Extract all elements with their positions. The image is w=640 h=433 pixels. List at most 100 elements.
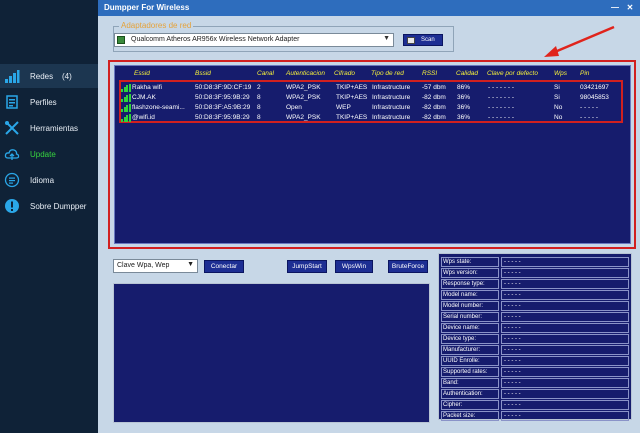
cell-essid: CJM.AK [132, 94, 156, 101]
cell-pin: - - - - - [580, 104, 599, 111]
column-header[interactable]: Calidad [456, 70, 478, 77]
cell-cifrado: TKIP+AES [336, 114, 368, 121]
info-icon [5, 199, 19, 213]
cell-canal: 8 [257, 94, 261, 101]
column-header[interactable]: Canal [257, 70, 274, 77]
cell-cifrado: TKIP+AES [336, 94, 368, 101]
cell-wps: Si [554, 94, 560, 101]
info-row: Manufacturer: - - - - - [441, 345, 629, 355]
info-value: - - - - - [501, 367, 629, 377]
info-label: Model number: [441, 301, 499, 311]
sidebar-item-idioma[interactable]: Idioma [0, 168, 98, 192]
window-titlebar[interactable]: Dumpper For Wireless — ✕ [98, 0, 640, 16]
column-header[interactable]: Cifrado [334, 70, 355, 77]
sidebar-item-label: Perfiles [30, 98, 57, 107]
cell-auth: WPA2_PSK [286, 84, 321, 91]
dumpper-window: Dumpper For Wireless — ✕ Adaptadores de … [98, 0, 640, 433]
scan-button-label: Scan [421, 37, 435, 43]
info-label: Device type: [441, 334, 499, 344]
sidebar-item-label: Update [30, 150, 56, 159]
cell-cifrado: TKIP+AES [336, 84, 368, 91]
adapter-icon [117, 36, 125, 44]
info-row: Device name: - - - - - [441, 323, 629, 333]
column-header[interactable]: Wps [554, 70, 567, 77]
wpswin-button[interactable]: WpsWin [335, 260, 373, 273]
info-row: Authentication: - - - - - [441, 389, 629, 399]
signal-strength-icon [121, 114, 131, 122]
column-header[interactable]: Pin [580, 70, 589, 77]
column-header[interactable]: Tipo de red [371, 70, 404, 77]
wps-info-panel: Wps state: - - - - - Wps version: - - - - … [438, 253, 632, 421]
column-header[interactable]: Bssid [195, 70, 211, 77]
cell-calidad: 36% [457, 94, 471, 101]
info-label: Model name: [441, 290, 499, 300]
sidebar-item-redes[interactable]: Redes (4) [0, 64, 98, 88]
info-row: Band: - - - - - [441, 378, 629, 388]
column-header[interactable]: Essid [134, 70, 150, 77]
cell-bssid: 50:D8:3F:95:9B:29 [195, 114, 250, 121]
minimize-icon[interactable]: — [610, 3, 620, 13]
close-icon[interactable]: ✕ [625, 3, 635, 13]
cell-clave: - - - - - - - [488, 84, 514, 91]
sidebar-item-label: Sobre Dumpper [30, 202, 87, 211]
sidebar-item-herramientas[interactable]: Herramientas [0, 116, 98, 140]
profiles-icon [6, 95, 18, 109]
cell-tipo: Infrastructure [372, 84, 411, 91]
info-label: Serial number: [441, 312, 499, 322]
column-header[interactable]: Clave por defecto [487, 70, 538, 77]
info-row: Wps version: - - - - - [441, 268, 629, 278]
mode-select-value: Clave Wpa, Wep [117, 262, 170, 269]
connect-button[interactable]: Conectar [204, 260, 244, 273]
cell-cifrado: WEP [336, 104, 351, 111]
jumpstart-button[interactable]: JumpStart [287, 260, 327, 273]
info-row: UUID Enrolle: - - - - - [441, 356, 629, 366]
cell-pin: 03421697 [580, 84, 609, 91]
info-label: Device name: [441, 323, 499, 333]
cell-pin: 98045853 [580, 94, 609, 101]
cell-canal: 8 [257, 104, 261, 111]
column-header[interactable]: RSSI [422, 70, 437, 77]
adapter-select[interactable]: Qualcomm Atheros AR956x Wireless Network… [114, 33, 394, 47]
cell-tipo: Infrastructure [372, 114, 411, 121]
cell-rssi: -82 dbm [422, 104, 446, 111]
cell-essid: @wifi.id [132, 114, 155, 121]
info-value: - - - - - [501, 279, 629, 289]
sidebar-item-perfiles[interactable]: Perfiles [0, 90, 98, 114]
info-row: Device type: - - - - - [441, 334, 629, 344]
cell-calidad: 86% [457, 84, 471, 91]
table-row[interactable]: flashzone-seami... 50:D8:3F:A5:9B:29 8 O… [115, 103, 632, 113]
scan-button[interactable]: Scan [403, 34, 443, 46]
annotation-arrow-icon [544, 25, 615, 57]
info-label: Cipher: [441, 400, 499, 410]
info-value: - - - - - [501, 389, 629, 399]
info-value: - - - - - [501, 378, 629, 388]
cell-auth: WPA2_PSK [286, 114, 321, 121]
network-table[interactable]: Essid Bssid Canal Autenticacion Cifrado … [114, 65, 631, 244]
bruteforce-button[interactable]: BruteForce [388, 260, 428, 273]
sidebar-item-update[interactable]: Update [0, 142, 98, 166]
info-value: - - - - - [501, 400, 629, 410]
cell-pin: - - - - - [580, 114, 599, 121]
language-icon [4, 172, 20, 188]
cell-calidad: 36% [457, 114, 471, 121]
table-row[interactable]: Rakha wifi 50:D8:3F:9D:CF:19 2 WPA2_PSK … [115, 83, 632, 93]
table-row[interactable]: CJM.AK 50:D8:3F:95:9B:29 8 WPA2_PSK TKIP… [115, 93, 632, 103]
cell-clave: - - - - - - - [488, 114, 514, 121]
column-header[interactable]: Autenticacion [286, 70, 325, 77]
output-log-panel[interactable] [113, 283, 430, 423]
cell-wps: No [554, 104, 563, 111]
sidebar: Redes (4) Perfiles Herramientas Update I… [0, 0, 98, 433]
sidebar-item-label: Redes [30, 72, 54, 81]
cell-auth: Open [286, 104, 302, 111]
tools-icon [5, 121, 19, 135]
info-row: Model number: - - - - - [441, 301, 629, 311]
cell-tipo: Infrastructure [372, 94, 411, 101]
mode-select[interactable]: Clave Wpa, Wep ▼ [113, 259, 198, 273]
sidebar-item-label: Herramientas [30, 124, 79, 133]
info-value: - - - - - [501, 268, 629, 278]
cell-canal: 8 [257, 114, 261, 121]
info-row: Packet size: - - - - - [441, 411, 629, 421]
cell-clave: - - - - - - - [488, 104, 514, 111]
table-row[interactable]: @wifi.id 50:D8:3F:95:9B:29 8 WPA2_PSK TK… [115, 113, 632, 123]
sidebar-item-sobre-dumpper[interactable]: Sobre Dumpper [0, 194, 98, 218]
